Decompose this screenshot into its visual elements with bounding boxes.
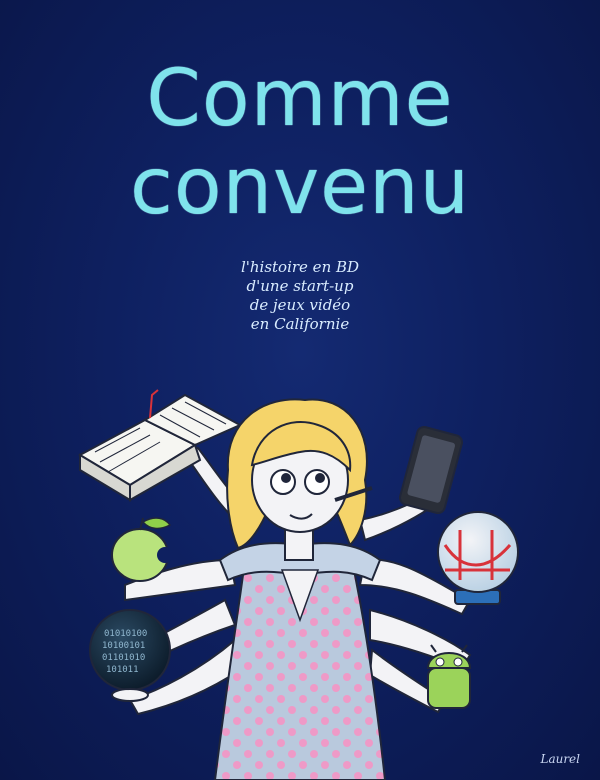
svg-text:01010100: 01010100: [104, 629, 147, 639]
svg-text:01101010: 01101010: [102, 653, 145, 663]
binary-globe-icon: 01010100 10100101 01101010 101011: [89, 609, 171, 702]
cover-title-line-2: convenu: [129, 142, 471, 232]
subtitle-line-2: d'une start-up: [246, 277, 354, 295]
svg-text:10100101: 10100101: [102, 641, 145, 651]
cover-subtitle: l'histoire en BD d'une start-up de jeux …: [210, 258, 390, 334]
subtitle-line-3: de jeux vidéo: [249, 296, 351, 314]
svg-text:101011: 101011: [106, 665, 139, 675]
cover-title-line-1: Comme: [146, 54, 454, 144]
smartphone-icon: [399, 425, 463, 515]
cover-illustration: 01010100 10100101 01101010 101011: [77, 389, 519, 780]
book-cover: Comme convenu l'histoire en BD d'une sta…: [0, 0, 600, 780]
subtitle-line-4: en Californie: [250, 315, 350, 333]
subtitle-line-1: l'histoire en BD: [240, 258, 360, 276]
artist-signature: Laurel: [540, 752, 580, 766]
